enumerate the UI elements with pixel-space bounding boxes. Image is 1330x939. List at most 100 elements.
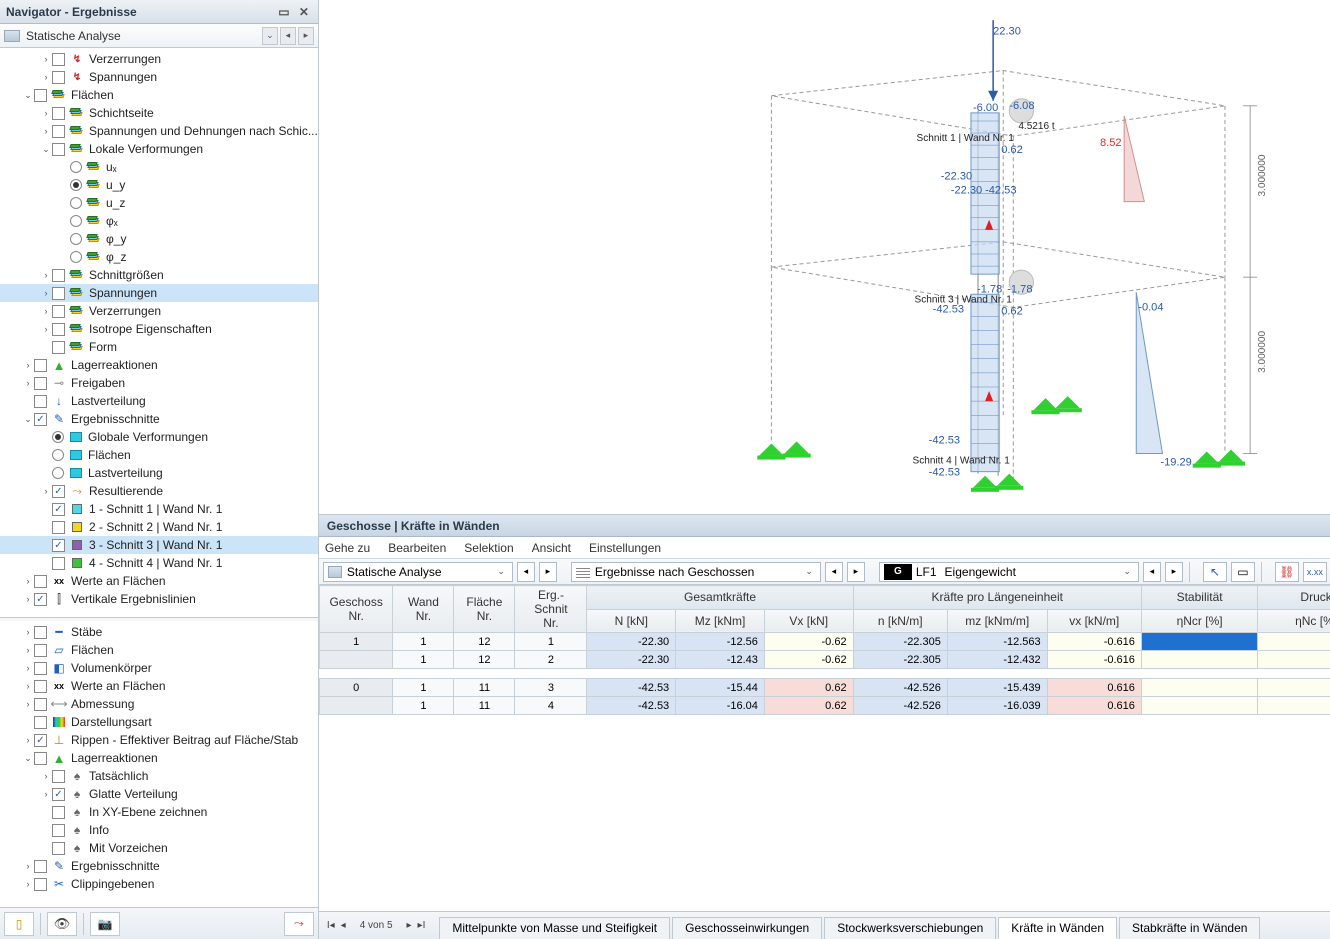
expand-icon[interactable]: › <box>22 698 34 710</box>
checkbox[interactable] <box>52 521 65 534</box>
tree-item[interactable]: ›✂Clippingebenen <box>0 875 318 893</box>
expand-icon[interactable] <box>22 716 34 728</box>
checkbox[interactable] <box>34 413 47 426</box>
table-row[interactable]: 1122-22.30-12.43-0.62-22.305-12.432-0.61… <box>319 651 1330 669</box>
checkbox[interactable] <box>34 662 47 675</box>
expand-icon[interactable] <box>40 539 52 551</box>
checkbox[interactable] <box>34 878 47 891</box>
radio-button[interactable] <box>52 431 64 443</box>
tree-item[interactable]: ›↯Verzerrungen <box>0 50 318 68</box>
col-mz[interactable]: Mz [kNm] <box>676 609 765 633</box>
checkbox[interactable] <box>34 359 47 372</box>
checkbox[interactable] <box>34 860 47 873</box>
table-cell[interactable]: 11 <box>454 697 515 715</box>
table-cell[interactable]: -16.04 <box>676 697 765 715</box>
col-vx[interactable]: Vx [kN] <box>764 609 853 633</box>
checkbox[interactable] <box>52 341 65 354</box>
expand-icon[interactable]: › <box>22 575 34 587</box>
table-cell[interactable]: -0.62 <box>764 633 853 651</box>
checkbox[interactable] <box>52 539 65 552</box>
tb-next2[interactable]: ▸ <box>847 562 865 582</box>
tree-item[interactable]: 1 - Schnitt 1 | Wand Nr. 1 <box>0 500 318 518</box>
dropdown-arrow-icon[interactable]: ⌄ <box>262 27 278 45</box>
table-row[interactable]: 01113-42.53-15.440.62-42.526-15.4390.616 <box>319 679 1330 697</box>
table-cell[interactable] <box>319 651 393 669</box>
tree-item[interactable]: ›↯Spannungen <box>0 68 318 86</box>
expand-icon[interactable]: › <box>22 878 34 890</box>
tree-item[interactable]: φₓ <box>0 212 318 230</box>
expand-icon[interactable]: › <box>22 644 34 656</box>
table-cell[interactable] <box>1141 679 1257 697</box>
tree-item[interactable]: ›Spannungen und Dehnungen nach Schic... <box>0 122 318 140</box>
table-cell[interactable]: -12.432 <box>947 651 1047 669</box>
tree-item[interactable]: ›⫿Vertikale Ergebnislinien <box>0 590 318 608</box>
nav-btn-camera[interactable]: 📷 <box>90 912 120 936</box>
table-cell[interactable] <box>1141 651 1257 669</box>
table-cell[interactable]: 0.616 <box>1047 679 1141 697</box>
expand-icon[interactable] <box>40 842 52 854</box>
tree-item[interactable]: ♠Mit Vorzeichen <box>0 839 318 857</box>
results-tab[interactable]: Kräfte in Wänden <box>998 917 1117 939</box>
expand-icon[interactable]: › <box>22 734 34 746</box>
expand-icon[interactable] <box>58 215 70 227</box>
table-cell[interactable] <box>1258 679 1330 697</box>
checkbox[interactable] <box>34 377 47 390</box>
table-cell[interactable]: -0.616 <box>1047 633 1141 651</box>
expand-icon[interactable]: › <box>40 323 52 335</box>
expand-icon[interactable] <box>58 233 70 245</box>
results-table-container[interactable]: GeschossNr. WandNr. FlächeNr. Erg.-Schni… <box>319 585 1330 911</box>
tree-item[interactable]: ›Schnittgrößen <box>0 266 318 284</box>
results-by-dropdown[interactable]: Ergebnisse nach Geschossen ⌄ <box>571 562 821 582</box>
tree-item[interactable]: Lastverteilung <box>0 464 318 482</box>
expand-icon[interactable]: › <box>40 53 52 65</box>
tree-item[interactable]: ›⊸Freigaben <box>0 374 318 392</box>
results-tree[interactable]: ›↯Verzerrungen›↯Spannungen⌄Flächen›Schic… <box>0 48 318 617</box>
analysis-type-dropdown[interactable]: Statische Analyse ⌄ ◂ ▸ <box>0 24 318 48</box>
nav-btn-visibility[interactable]: 👁 <box>47 912 77 936</box>
table-cell[interactable]: -16.039 <box>947 697 1047 715</box>
col-n[interactable]: N [kN] <box>587 609 676 633</box>
expand-icon[interactable] <box>58 179 70 191</box>
table-cell[interactable]: -42.53 <box>587 679 676 697</box>
menu-item[interactable]: Gehe zu <box>325 541 370 555</box>
results-tab[interactable]: Mittelpunkte von Masse und Steifigkeit <box>439 917 670 939</box>
table-cell[interactable]: -22.305 <box>853 651 947 669</box>
col-vx2[interactable]: vx [kN/m] <box>1047 609 1141 633</box>
tree-item[interactable]: Globale Verformungen <box>0 428 318 446</box>
checkbox[interactable] <box>34 716 47 729</box>
nav-back-button[interactable]: ◂ <box>280 27 296 45</box>
tree-item[interactable]: ♠Info <box>0 821 318 839</box>
col-eta1[interactable]: ηNcr [%] <box>1141 609 1257 633</box>
prev-page-button[interactable]: ◂ <box>339 920 348 931</box>
expand-icon[interactable] <box>40 824 52 836</box>
checkbox[interactable] <box>52 269 65 282</box>
tree-item[interactable]: ↓Lastverteilung <box>0 392 318 410</box>
checkbox[interactable] <box>52 125 65 138</box>
checkbox[interactable] <box>34 680 47 693</box>
checkbox[interactable] <box>34 734 47 747</box>
checkbox[interactable] <box>52 143 65 156</box>
results-tab[interactable]: Stabkräfte in Wänden <box>1119 917 1260 939</box>
expand-icon[interactable] <box>40 431 52 443</box>
table-cell[interactable]: -0.62 <box>764 651 853 669</box>
tree-item[interactable]: ›✎Ergebnisschnitte <box>0 857 318 875</box>
expand-icon[interactable]: › <box>22 593 34 605</box>
first-page-button[interactable]: I◂ <box>325 920 337 931</box>
nav-btn-chart[interactable]: ⤳ <box>284 912 314 936</box>
expand-icon[interactable]: › <box>40 287 52 299</box>
expand-icon[interactable]: › <box>22 359 34 371</box>
table-cell[interactable]: 12 <box>454 651 515 669</box>
tb-prev3[interactable]: ◂ <box>1143 562 1161 582</box>
table-cell[interactable]: -15.439 <box>947 679 1047 697</box>
display-tree[interactable]: ›━Stäbe›▱Flächen›◧Volumenkörper›xxWerte … <box>0 621 318 907</box>
tree-item[interactable]: u_z <box>0 194 318 212</box>
radio-button[interactable] <box>70 251 82 263</box>
checkbox[interactable] <box>52 323 65 336</box>
table-cell[interactable] <box>1141 633 1257 651</box>
tree-item[interactable]: u_y <box>0 176 318 194</box>
expand-icon[interactable] <box>40 521 52 533</box>
expand-icon[interactable]: › <box>40 788 52 800</box>
tb-prev[interactable]: ◂ <box>517 562 535 582</box>
table-cell[interactable]: 12 <box>454 633 515 651</box>
radio-button[interactable] <box>70 233 82 245</box>
